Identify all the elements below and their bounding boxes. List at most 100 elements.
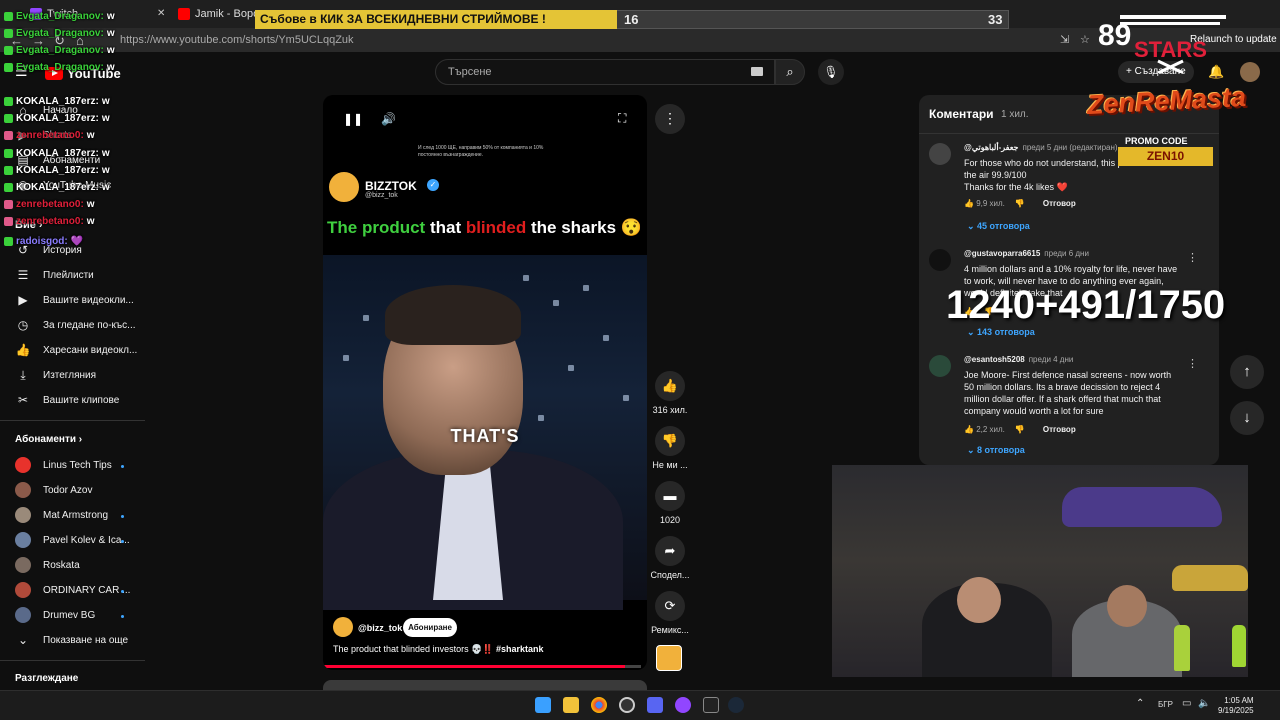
search-button[interactable]: ⌕ bbox=[775, 59, 805, 85]
channel-avatar[interactable] bbox=[333, 617, 353, 637]
like-comment-button[interactable]: 👍 2,2 хил. bbox=[964, 425, 1005, 434]
next-short-preview[interactable] bbox=[323, 680, 647, 690]
url-field[interactable]: https://www.youtube.com/shorts/Ym5UCLqqZ… bbox=[120, 34, 354, 46]
reply-button[interactable]: Отговор bbox=[1043, 199, 1076, 208]
language-indicator[interactable]: БГР bbox=[1158, 700, 1173, 709]
sidebar-item-playlists[interactable]: ☰ Плейлисти bbox=[15, 264, 155, 286]
bokeh-light bbox=[523, 275, 529, 281]
dislike-comment-button[interactable]: 👎 bbox=[1015, 199, 1025, 208]
sidebar-sub-roskata[interactable]: Roskata bbox=[15, 554, 155, 576]
comment-menu-icon[interactable]: ⋮ bbox=[1187, 251, 1198, 264]
view-replies-button[interactable]: ⌄ 45 отговора bbox=[967, 221, 1030, 232]
sidebar-sub-drumev[interactable]: Drumev BG bbox=[15, 604, 155, 626]
promo-code-label: PROMO CODE bbox=[1125, 136, 1188, 146]
subscribe-button[interactable]: Абониране bbox=[403, 618, 457, 637]
more-options-button[interactable]: ⋮ bbox=[655, 104, 685, 134]
network-icon[interactable]: ▭ bbox=[1182, 698, 1191, 709]
playlist-icon: ☰ bbox=[17, 268, 29, 282]
comment-author[interactable]: @esantosh5208 преди 4 дни bbox=[964, 355, 1073, 364]
comment-author[interactable]: @gustavoparra6615 преди 6 дни bbox=[964, 249, 1089, 258]
like-button[interactable]: 👍 316 хил. bbox=[647, 371, 693, 415]
like-comment-button[interactable]: 👍 9,9 хил. bbox=[964, 199, 1005, 208]
comment-menu-icon[interactable]: ⋮ bbox=[1187, 357, 1198, 370]
new-content-dot bbox=[121, 590, 124, 593]
sidebar-item-watch-later[interactable]: ◷ За гледане по-къс... bbox=[15, 314, 155, 336]
bookmark-star-icon[interactable]: ☆ bbox=[1080, 33, 1090, 46]
system-clock[interactable]: 1:05 AM 9/19/2025 bbox=[1218, 696, 1254, 716]
pause-icon[interactable]: ❚❚ bbox=[343, 112, 363, 126]
discord-icon[interactable] bbox=[647, 697, 663, 713]
terminal-icon[interactable] bbox=[703, 697, 719, 713]
fullscreen-icon[interactable]: ⛶ bbox=[618, 111, 626, 126]
sidebar-sub-linus[interactable]: Linus Tech Tips bbox=[15, 454, 155, 476]
sidebar-sub-ordinary-car[interactable]: ORDINARY CAR ... bbox=[15, 579, 155, 601]
chat-message: Evgata_Draganov: w bbox=[4, 11, 115, 22]
share-icon: ➦ bbox=[655, 536, 685, 566]
dislike-comment-button[interactable]: 👎 bbox=[1015, 425, 1025, 434]
bokeh-light bbox=[553, 300, 559, 306]
thumbs-up-icon: 👍 bbox=[655, 371, 685, 401]
remix-button[interactable]: ⟳ Ремикс... bbox=[647, 591, 693, 635]
chat-badge-icon bbox=[4, 114, 13, 123]
tray-chevron-icon[interactable]: ⌃ bbox=[1136, 698, 1144, 709]
sidebar-item-clips[interactable]: ✂ Вашите клипове bbox=[15, 389, 155, 411]
volume-icon[interactable]: 🔊 bbox=[381, 112, 396, 126]
chat-badge-icon bbox=[4, 46, 13, 55]
sidebar-show-more[interactable]: ⌄ Показване на още bbox=[15, 629, 155, 651]
sidebar-item-downloads[interactable]: ⤓ Изтегляния bbox=[15, 364, 155, 386]
commenter-avatar[interactable] bbox=[929, 355, 951, 377]
chat-text: w bbox=[101, 182, 110, 193]
comments-button[interactable]: ▬ 1020 bbox=[647, 481, 693, 525]
comment-author[interactable]: @جعفر-ألباهوتي преди 5 дни (редактиран) bbox=[964, 143, 1118, 152]
account-avatar[interactable] bbox=[1240, 62, 1260, 82]
start-windows-icon[interactable] bbox=[535, 697, 551, 713]
channel-avatar bbox=[15, 482, 31, 498]
arrow-up-icon: ↑ bbox=[1243, 363, 1251, 380]
drink-bottle bbox=[1232, 625, 1246, 667]
commenter-avatar[interactable] bbox=[929, 249, 951, 271]
view-replies-button[interactable]: ⌄ 143 отговора bbox=[967, 327, 1035, 338]
channel-avatar bbox=[15, 457, 31, 473]
channel-handle-link[interactable]: @bizz_tok bbox=[358, 623, 402, 633]
sidebar-sub-todor[interactable]: Todor Azov bbox=[15, 479, 155, 501]
sidebar-item-liked[interactable]: 👍 Харесани видеокл... bbox=[15, 339, 155, 361]
new-content-dot bbox=[121, 515, 124, 518]
sidebar-sub-mat[interactable]: Mat Armstrong bbox=[15, 504, 155, 526]
keyboard-icon[interactable] bbox=[751, 67, 763, 76]
chat-text: w bbox=[106, 11, 115, 22]
close-tab-icon[interactable]: ✕ bbox=[157, 8, 165, 19]
sidebar-sub-pavel[interactable]: Pavel Kolev & Ica... bbox=[15, 529, 155, 551]
sound-thumbnail[interactable] bbox=[656, 645, 682, 671]
chat-text: w bbox=[101, 165, 110, 176]
shorts-video-player[interactable]: И след 1000 ЩЕ, направим 50% от компания… bbox=[323, 95, 647, 670]
previous-short-button[interactable]: ↑ bbox=[1230, 355, 1264, 389]
chat-username: Evgata_Draganov: bbox=[16, 11, 104, 22]
chat-username: radoisgod: bbox=[16, 236, 68, 247]
search-input[interactable]: Търсене bbox=[435, 59, 775, 85]
twitch-app-icon[interactable] bbox=[675, 697, 691, 713]
file-explorer-icon[interactable] bbox=[563, 697, 579, 713]
share-button[interactable]: ➦ Сподел... bbox=[647, 536, 693, 580]
obs-icon[interactable] bbox=[619, 697, 635, 713]
hashtag-link[interactable]: #sharktank bbox=[496, 644, 544, 654]
bokeh-light bbox=[363, 315, 369, 321]
sidebar-subscriptions-heading[interactable]: Абонаменти › bbox=[15, 434, 82, 445]
install-icon[interactable]: ⇲ bbox=[1060, 33, 1069, 46]
kebab-icon: ⋮ bbox=[663, 110, 677, 126]
reply-button[interactable]: Отговор bbox=[1043, 425, 1076, 434]
commenter-avatar[interactable] bbox=[929, 143, 951, 165]
view-replies-button[interactable]: ⌄ 8 отговора bbox=[967, 445, 1025, 456]
sidebar-item-your-videos[interactable]: ▶ Вашите видеокли... bbox=[15, 289, 155, 311]
chrome-icon[interactable] bbox=[591, 697, 607, 713]
next-short-button[interactable]: ↓ bbox=[1230, 401, 1264, 435]
dislike-button[interactable]: 👎 Не ми ... bbox=[647, 426, 693, 470]
chat-text: w bbox=[101, 148, 110, 159]
steam-icon[interactable] bbox=[728, 697, 744, 713]
chat-message: zenrebetano0: w bbox=[4, 130, 95, 141]
comment-icon: ▬ bbox=[655, 481, 685, 511]
volume-tray-icon[interactable]: 🔈 bbox=[1198, 698, 1210, 709]
chat-badge-icon bbox=[4, 97, 13, 106]
voice-search-button[interactable]: 🎙 bbox=[818, 59, 844, 85]
chat-username: KOKALA_187erz: bbox=[16, 96, 99, 107]
tab-jamik[interactable]: Jamik - Вороны (... bbox=[178, 4, 258, 24]
